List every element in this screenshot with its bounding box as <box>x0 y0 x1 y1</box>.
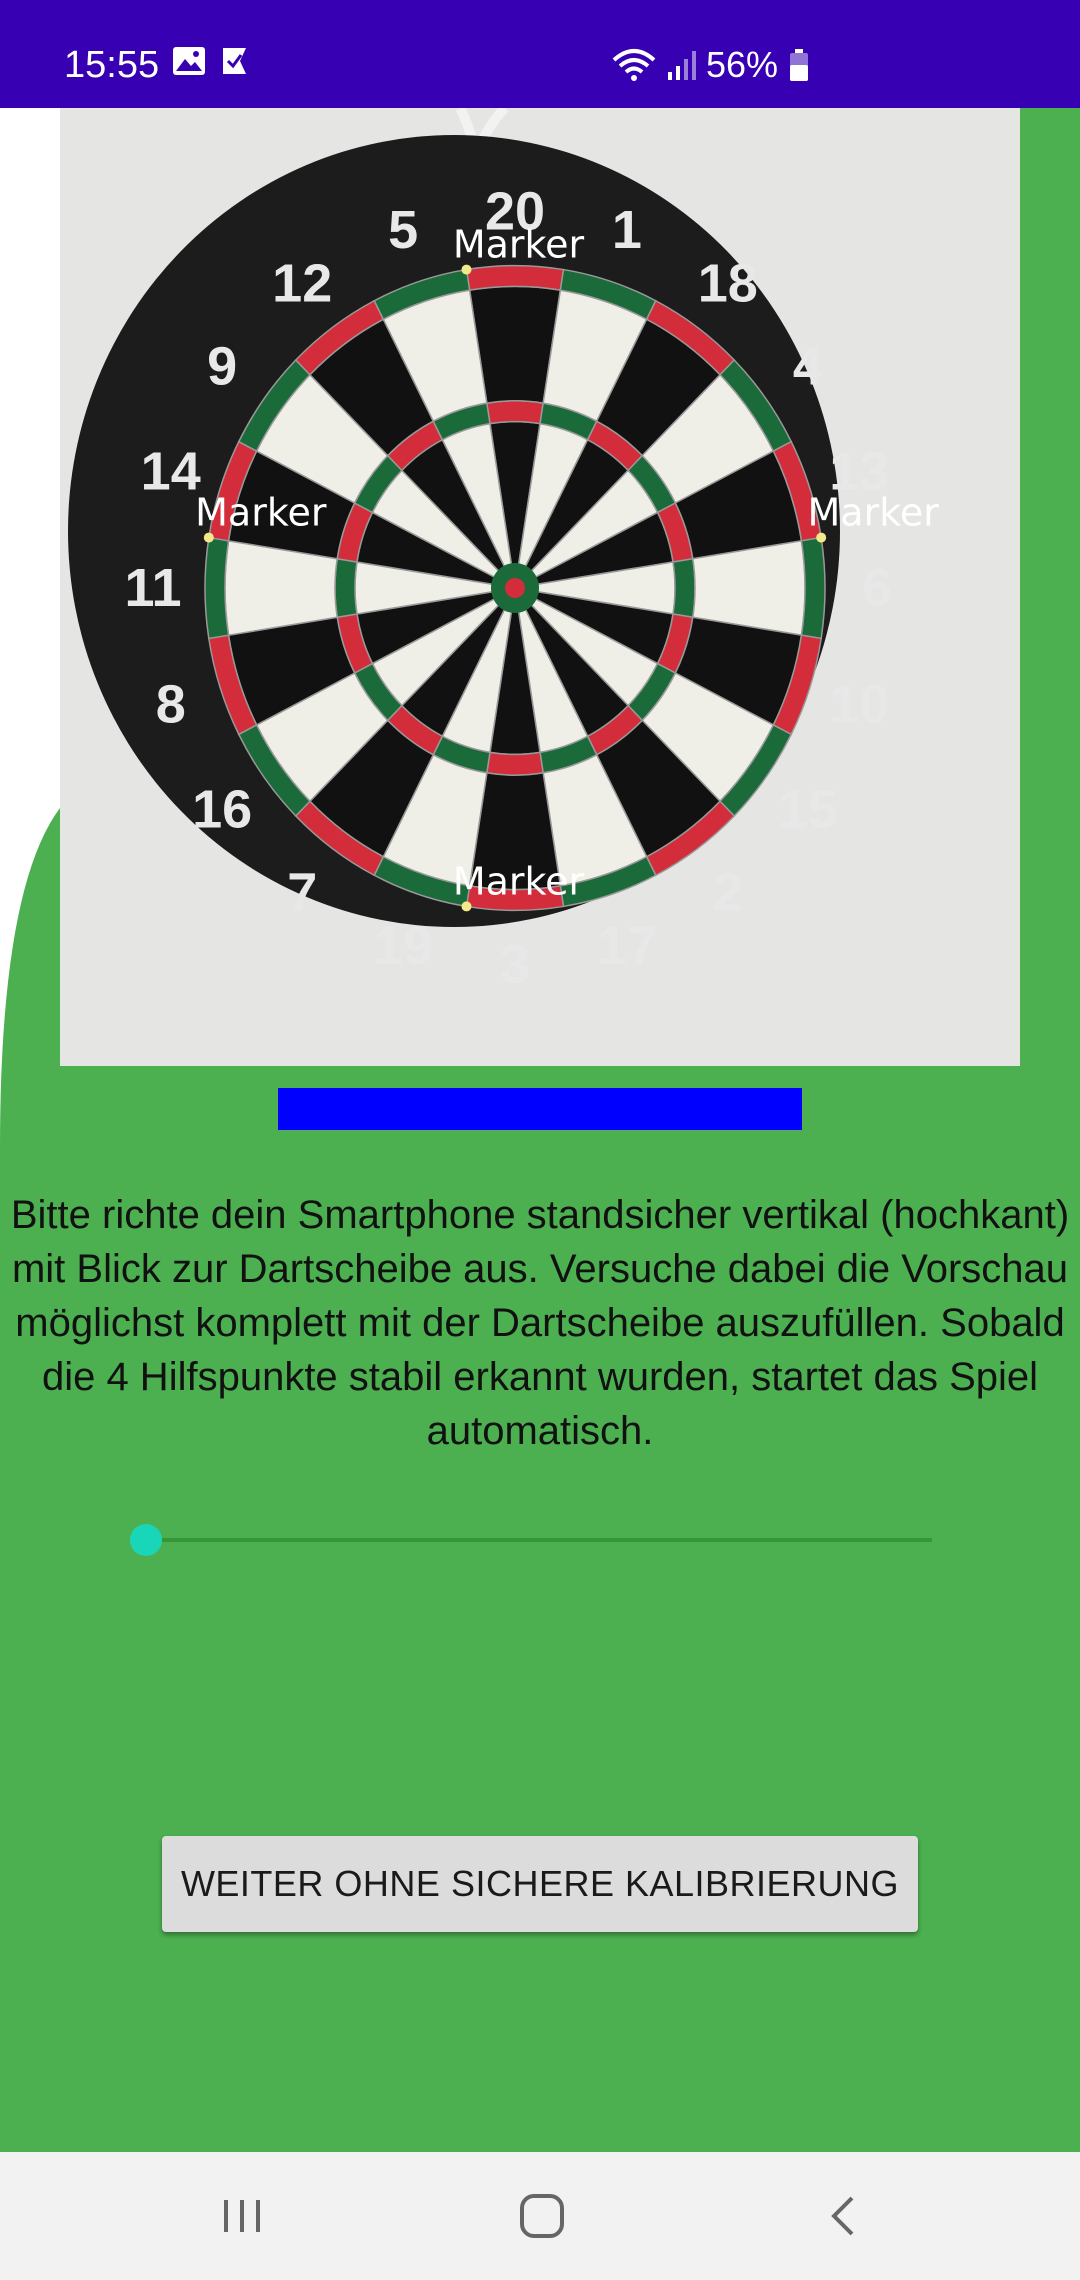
board-number: 10 <box>829 674 889 734</box>
status-time: 15:55 <box>64 44 160 86</box>
back-icon[interactable] <box>812 2190 872 2242</box>
board-number: 15 <box>778 779 838 839</box>
board-number: 1 <box>612 200 642 260</box>
instruction-text: Bitte richte dein Smartphone standsicher… <box>10 1193 1070 1453</box>
board-number: 3 <box>500 934 530 994</box>
board-number: 14 <box>141 442 201 502</box>
navigation-bar <box>0 2152 1080 2280</box>
home-icon[interactable] <box>512 2190 572 2242</box>
board-number: 4 <box>793 337 823 397</box>
board-number: 11 <box>124 558 181 618</box>
signal-icon <box>668 51 696 80</box>
marker-label: Marker <box>195 491 327 535</box>
board-number: 17 <box>597 916 657 976</box>
calibration-progress-bar <box>278 1088 802 1130</box>
slider-track <box>146 1538 932 1542</box>
marker-label: Marker <box>453 859 585 903</box>
board-number: 9 <box>207 337 237 397</box>
check-notification-icon <box>223 48 246 74</box>
wifi-icon <box>612 49 656 81</box>
marker-label: Marker <box>453 223 585 267</box>
board-number: 19 <box>373 916 433 976</box>
dartboard-image: 20 11841361015217319716811149125 MarkerMa… <box>60 108 1020 1066</box>
battery-icon <box>790 49 809 81</box>
calibration-screen: 20 1 18 4 13 6 10 15 2 17 3 19 7 16 8 11 14 9 12 5 Marker Ma… <box>0 108 1080 2152</box>
board-number: 18 <box>698 253 758 313</box>
battery-percent: 56% <box>706 44 779 85</box>
board-number: 7 <box>287 863 317 923</box>
skip-calibration-button[interactable]: WEITER OHNE SICHERE KALIBRIERUNG <box>162 1836 918 1932</box>
board-number: 12 <box>272 253 332 313</box>
recent-apps-icon[interactable] <box>212 2190 272 2242</box>
marker-label: Marker <box>808 491 940 535</box>
board-number: 2 <box>713 863 743 923</box>
calibration-slider[interactable] <box>130 1520 936 1560</box>
board-number: 8 <box>156 674 186 734</box>
gallery-icon <box>173 47 205 75</box>
board-number: 16 <box>192 779 252 839</box>
camera-preview: 20 1 18 4 13 6 10 15 2 17 3 19 7 16 8 11 14 9 12 5 Marker Ma… <box>60 108 1020 1066</box>
slider-thumb[interactable] <box>130 1524 162 1556</box>
board-number: 5 <box>388 200 418 260</box>
board-number: 6 <box>862 558 892 618</box>
status-bar: 15:55 56% <box>0 0 1080 108</box>
